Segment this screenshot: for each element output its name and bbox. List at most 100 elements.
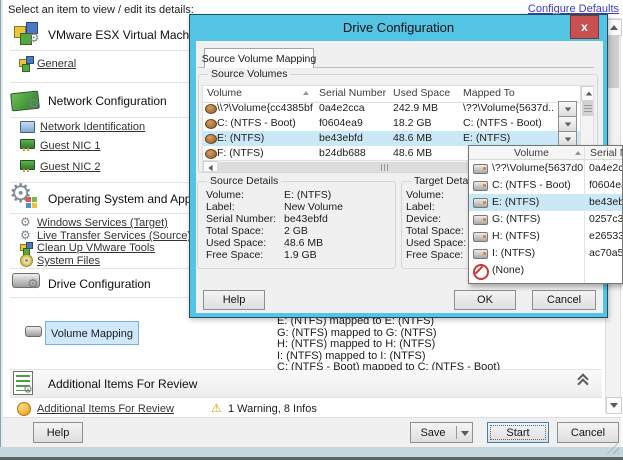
tab-source-volume-mapping[interactable]: Source Volume Mapping <box>204 48 314 68</box>
table-scroll-left-button[interactable] <box>203 161 218 172</box>
scrollbar-thumb[interactable] <box>607 36 619 88</box>
windows-services-icon: ⚙ <box>20 216 31 228</box>
cell-serial: f0604ea9 <box>319 117 387 129</box>
help-button-label: Help <box>47 427 70 439</box>
cell-volume: E: (NTFS) <box>217 132 313 144</box>
detail-value: be43ebfd <box>284 213 328 225</box>
close-icon: x <box>581 21 588 33</box>
sidebar-item-additional-items-review[interactable]: Additional Items For Review <box>37 403 174 415</box>
dialog-help-button[interactable]: Help <box>203 290 265 310</box>
sidebar-item-live-transfer-services[interactable]: Live Transfer Services (Source) <box>37 230 191 242</box>
source-details-group-label: Source Details <box>207 175 281 187</box>
cell-used: 242.9 MB <box>393 102 457 114</box>
save-button[interactable]: Save <box>410 422 473 443</box>
detail-value: 48.6 MB <box>284 237 323 249</box>
sort-ascending-icon <box>303 91 309 95</box>
table-row-selected[interactable]: E: (NTFS) be43ebfd 48.6 MB E: (NTFS) <box>203 131 580 146</box>
sidebar-item-guest-nic-2[interactable]: Guest NIC 2 <box>40 161 101 173</box>
save-split-divider <box>456 426 457 439</box>
cell-used: 48.6 MB <box>393 132 457 144</box>
detail-label: Label: <box>206 201 235 213</box>
detail-value: New Volume <box>284 201 343 213</box>
none-icon <box>473 264 489 280</box>
sidebar-item-windows-services[interactable]: Windows Services (Target) <box>37 217 168 229</box>
table-row[interactable]: C: (NTFS - Boot) f0604ea9 18.2 GB C: (NT… <box>203 116 580 131</box>
sidebar-header-drive-configuration: Drive Configuration <box>48 277 151 291</box>
dropdown-option-selected[interactable]: E: (NTFS) be43ebfd <box>469 194 623 211</box>
dropdown-option[interactable]: \??\Volume{5637d0f9- 0a4e2cca <box>469 160 623 177</box>
source-volumes-group-label: Source Volumes <box>208 68 290 80</box>
dropdown-option[interactable]: C: (NTFS - Boot) f0604ea9 <box>469 177 623 194</box>
cell-volume: C: (NTFS - Boot) <box>217 117 313 129</box>
detail-value: 2 GB <box>284 225 308 237</box>
sidebar-item-guest-nic-1[interactable]: Guest NIC 1 <box>40 140 101 152</box>
mapped-to-combo-button[interactable] <box>558 116 577 132</box>
cell-serial: b24db688 <box>319 147 387 159</box>
sidebar-item-clean-up-vmware-tools[interactable]: Clean Up VMware Tools <box>37 242 155 254</box>
detail-label: Volume: <box>406 189 444 201</box>
start-button[interactable]: Start <box>487 422 549 443</box>
detail-label: Free Space: <box>406 249 463 261</box>
cell-mapped: C: (NTFS - Boot) <box>463 117 556 129</box>
review-status-text: 1 Warning, 8 Infos <box>228 403 317 415</box>
drive-configuration-icon: ⚙ <box>12 270 41 292</box>
dialog-help-label: Help <box>223 294 246 306</box>
cancel-button-label: Cancel <box>571 427 605 439</box>
dropdown-header: Volume Serial N <box>469 146 623 160</box>
dropdown-option[interactable]: H: (NTFS) e2653352 <box>469 228 623 245</box>
volume-mapping-icon <box>25 326 42 337</box>
dialog-cancel-label: Cancel <box>547 294 581 306</box>
dropdown-option[interactable]: I: (NTFS) ac70a59a <box>469 245 623 262</box>
cell-serial: 0a4e2cca <box>319 102 387 114</box>
guest-nic-1-icon <box>20 139 35 149</box>
live-transfer-services-icon: ⚙ <box>20 229 31 241</box>
sidebar-item-network-identification[interactable]: Network Identification <box>40 121 145 133</box>
table-vscroll-thumb[interactable] <box>582 100 594 116</box>
scroll-down-button[interactable] <box>606 397 622 414</box>
additional-items-icon: ⚙ <box>13 371 33 395</box>
mapped-to-combo-button[interactable] <box>558 101 577 117</box>
clean-up-vmware-tools-icon <box>20 242 33 254</box>
warning-triangle-icon: ⚠ <box>211 401 222 415</box>
volume-mapping-label: Volume Mapping <box>51 328 133 340</box>
dialog-ok-button[interactable]: OK <box>454 290 516 310</box>
general-icon <box>19 56 34 71</box>
sidebar-item-volume-mapping[interactable]: Volume Mapping <box>45 321 139 345</box>
sidebar-item-general[interactable]: General <box>37 58 76 70</box>
help-button[interactable]: Help <box>33 422 83 443</box>
detail-label: Device: <box>406 213 441 225</box>
window-left-edge-inner <box>1 0 3 460</box>
detail-label: Total Space: <box>206 225 264 237</box>
system-files-icon <box>20 254 33 267</box>
table-row[interactable]: \\?\Volume{cc4385bf-.. 0a4e2cca 242.9 MB… <box>203 101 580 116</box>
cell-serial: be43ebfd <box>319 132 387 144</box>
dropdown-column-serial: Serial N <box>590 147 623 159</box>
save-dropdown-arrow-icon[interactable] <box>461 431 469 436</box>
scroll-up-button[interactable] <box>606 19 622 36</box>
dropdown-option-none[interactable]: (None) <box>469 262 623 279</box>
detail-label: Total Space: <box>406 225 464 237</box>
cell-mapped: \??\Volume{5637d.. <box>463 102 556 114</box>
additional-items-row: Additional Items For Review ⚠ 1 Warning,… <box>0 400 602 416</box>
dialog-close-button[interactable]: x <box>570 15 599 39</box>
dialog-cancel-button[interactable]: Cancel <box>532 290 596 310</box>
sidebar-header-additional-items: Additional Items For Review <box>48 377 197 391</box>
tab-label: Source Volume Mapping <box>202 53 316 65</box>
dropdown-option[interactable]: G: (NTFS) 0257c385 <box>469 211 623 228</box>
detail-label: Volume: <box>206 189 244 201</box>
table-scroll-up-button[interactable] <box>581 86 594 101</box>
collapse-chevron-icon[interactable] <box>578 374 588 388</box>
sidebar-header-network-configuration: Network Configuration <box>48 94 167 108</box>
detail-value: E: (NTFS) <box>284 189 331 201</box>
dialog-ok-label: OK <box>477 294 493 306</box>
network-configuration-icon: ⚙ <box>11 88 42 113</box>
instruction-text: Select an item to view / edit its detail… <box>8 4 194 16</box>
detail-label: Used Space: <box>406 237 466 249</box>
mapped-to-dropdown: Volume Serial N \??\Volume{5637d0f9- 0a4… <box>468 145 623 284</box>
detail-label: Used Space: <box>206 237 266 249</box>
dropdown-column-volume: Volume <box>514 147 549 159</box>
sidebar-item-system-files[interactable]: System Files <box>37 255 100 267</box>
cancel-button[interactable]: Cancel <box>557 422 619 443</box>
vmware-esx-icon: ⚙ <box>13 21 41 47</box>
volume-mapping-summary: E: (NTFS) mapped to E: (NTFS) G: (NTFS) … <box>277 316 500 374</box>
